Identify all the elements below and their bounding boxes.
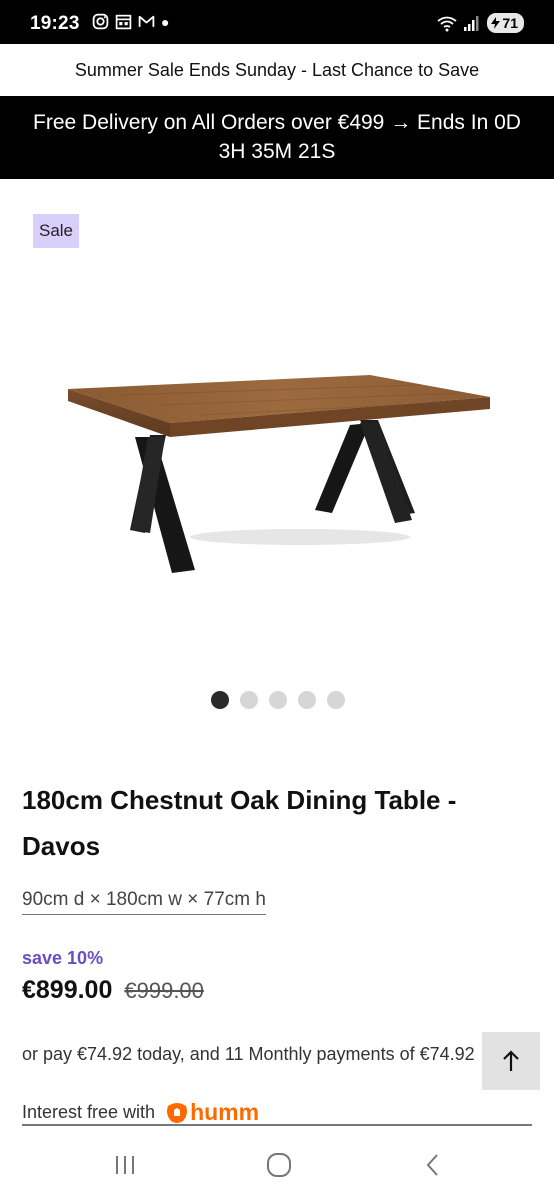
interest-free-label: Interest free with [22,1102,156,1122]
gallery-dot-4[interactable] [298,691,316,709]
gallery-dot-5[interactable] [327,691,345,709]
delivery-countdown-bar[interactable]: Free Delivery on All Orders over €499 → … [0,96,554,179]
section-divider [22,1124,532,1126]
home-icon[interactable] [264,1150,294,1180]
battery-indicator: 71 [487,13,524,33]
status-system-icons: 71 [437,13,524,33]
wifi-icon [437,16,457,31]
gmail-icon [138,15,155,27]
gallery-pagination [211,691,345,709]
original-price: €999.00 [124,978,204,1003]
save-percentage: save 10% [22,948,104,968]
sale-announcement-bar[interactable]: Summer Sale Ends Sunday - Last Chance to… [0,44,554,96]
humm-logo: humm [165,1099,259,1126]
calendar-icon [115,14,132,30]
scroll-to-top-button[interactable] [482,1032,540,1090]
status-notification-icons: ● [92,13,169,30]
gallery-dot-1[interactable] [211,691,229,709]
recent-apps-icon[interactable] [110,1150,140,1180]
notification-dot: ● [161,13,170,30]
product-dimensions[interactable]: 90cm d × 180cm w × 77cm h [22,889,266,915]
interest-free-row[interactable]: Interest free with humm [22,1099,259,1126]
back-icon[interactable] [418,1150,448,1180]
product-title: 180cm Chestnut Oak Dining Table - Davos [22,785,457,861]
battery-level: 71 [502,15,518,31]
sale-badge: Sale [33,214,79,248]
status-time: 19:23 [30,13,80,34]
instagram-icon [92,13,109,30]
arrow-up-icon [503,1050,519,1071]
system-navigation-bar [0,1128,554,1200]
gallery-dot-2[interactable] [240,691,258,709]
installment-info: or pay €74.92 today, and 11 Monthly paym… [22,1044,475,1064]
signal-icon [464,15,479,31]
gallery-dot-3[interactable] [269,691,287,709]
battery-icon [491,17,501,29]
humm-logo-text: humm [190,1099,260,1125]
product-image[interactable] [60,365,500,590]
humm-logo-icon [167,1102,188,1123]
status-bar: 19:23 ● 71 [0,0,554,44]
current-price: €899.00 [22,976,113,1004]
price-row: €899.00 €999.00 [22,976,204,1005]
